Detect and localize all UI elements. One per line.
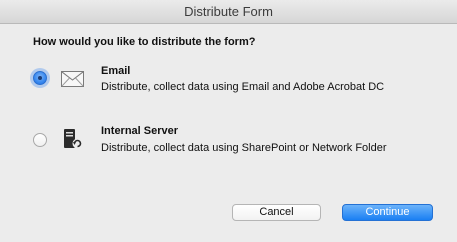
email-radio[interactable]: [33, 71, 47, 85]
distribute-question: How would you like to distribute the for…: [33, 36, 256, 48]
email-option-title: Email: [101, 65, 131, 77]
envelope-icon: [61, 71, 84, 87]
internal-server-option-description: Distribute, collect data using SharePoin…: [101, 142, 387, 154]
radio-selected-dot: [38, 76, 42, 80]
cancel-button[interactable]: Cancel: [232, 204, 321, 221]
server-icon: [64, 129, 83, 149]
internal-server-option-title: Internal Server: [101, 125, 179, 137]
continue-button[interactable]: Continue: [342, 204, 433, 221]
internal-server-radio[interactable]: [33, 133, 47, 147]
window-title: Distribute Form: [0, 0, 457, 24]
distribute-form-dialog: Distribute Form How would you like to di…: [0, 0, 457, 242]
email-option-description: Distribute, collect data using Email and…: [101, 81, 385, 93]
